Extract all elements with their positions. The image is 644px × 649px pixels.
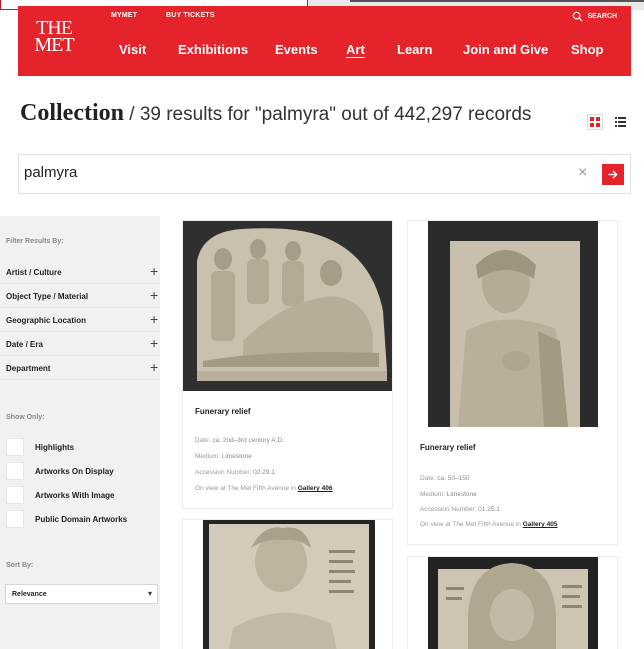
search-label: SEARCH (587, 13, 617, 20)
filter-department[interactable]: Department + (0, 356, 160, 380)
filter-label: Department (6, 364, 51, 373)
list-view-button[interactable] (612, 114, 628, 130)
caret-down-icon: ▾ (148, 589, 153, 598)
result-card[interactable] (182, 519, 393, 649)
artwork-date: Date: ca. 50–150 (420, 475, 470, 482)
filter-artist-culture[interactable]: Artist / Culture + (0, 260, 160, 284)
checkbox-with-image[interactable]: Artworks With Image (6, 486, 156, 504)
artwork-title[interactable]: Funerary relief (420, 443, 476, 452)
gallery-link[interactable]: Gallery 406 (298, 485, 333, 492)
filter-heading: Filter Results By: (6, 238, 64, 245)
plus-icon: + (150, 311, 159, 327)
checkbox[interactable] (6, 510, 24, 528)
filter-sidebar: Filter Results By: Artist / Culture + Ob… (0, 216, 160, 649)
checkbox[interactable] (6, 486, 24, 504)
arrow-right-icon (608, 170, 618, 179)
filter-date-era[interactable]: Date / Era + (0, 332, 160, 356)
view-text: On view at The Met Fifth Avenue in (420, 521, 521, 528)
show-only-heading: Show Only: (6, 414, 45, 421)
medium-value: Limestone (446, 491, 477, 498)
checkbox-label: Highlights (35, 443, 75, 452)
medium-label: Medium: (420, 491, 445, 498)
checkbox[interactable] (6, 438, 24, 456)
nav-art[interactable]: Art (346, 42, 365, 57)
checkbox-on-display[interactable]: Artworks On Display (6, 462, 156, 480)
artwork-location: On view at The Met Fifth Avenue in Galle… (195, 485, 332, 492)
nav-visit[interactable]: Visit (119, 42, 146, 57)
medium-value: Limestone (221, 453, 252, 460)
gallery-link[interactable]: Gallery 405 (523, 521, 558, 528)
filter-label: Object Type / Material (6, 292, 89, 301)
nav-join-and-give[interactable]: Join and Give (463, 42, 548, 57)
site-header: THE MET MYMET BUY TICKETS SEARCH Visit E… (18, 6, 631, 76)
date-value: ca. 50–150 (437, 475, 470, 482)
nav-exhibitions[interactable]: Exhibitions (178, 42, 248, 57)
artwork-image[interactable] (203, 520, 375, 649)
result-card[interactable] (407, 556, 618, 649)
buy-tickets-link[interactable]: BUY TICKETS (166, 12, 215, 19)
checkbox[interactable] (6, 462, 24, 480)
accession-label: Accession Number: (195, 469, 252, 476)
date-label: Date: (195, 437, 211, 444)
page-title: Collection / 39 results for "palmyra" ou… (20, 100, 531, 127)
sort-by-heading: Sort By: (6, 562, 34, 569)
result-card[interactable]: Funerary relief Date: ca. 2nd–3rd centur… (182, 220, 393, 509)
checkbox-label: Artworks With Image (35, 491, 115, 500)
plus-icon: + (150, 335, 159, 351)
artwork-title[interactable]: Funerary relief (195, 407, 251, 416)
clear-search-button[interactable]: × (578, 164, 587, 182)
artwork-medium: Medium: Limestone (195, 453, 252, 460)
result-card[interactable]: Funerary relief Date: ca. 50–150 Medium:… (407, 220, 618, 545)
filter-geographic-location[interactable]: Geographic Location + (0, 308, 160, 332)
date-label: Date: (420, 475, 436, 482)
sort-value: Relevance (12, 591, 47, 598)
plus-icon: + (150, 287, 159, 303)
view-text: On view at The Met Fifth Avenue in (195, 485, 296, 492)
relief-illustration (197, 228, 387, 381)
results-summary: / 39 results for "palmyra" out of 442,29… (123, 104, 532, 125)
sort-select[interactable]: Relevance ▾ (5, 584, 158, 604)
artwork-image[interactable] (428, 557, 598, 649)
page-title-main: Collection (20, 100, 124, 126)
checkbox-public-domain[interactable]: Public Domain Artworks (6, 510, 156, 528)
grid-view-button[interactable] (587, 114, 603, 130)
mymet-link[interactable]: MYMET (111, 12, 137, 19)
bust-illustration (209, 524, 369, 649)
accession-value: 01.25.1 (478, 506, 500, 513)
accession-value: 02.29.1 (253, 469, 275, 476)
artwork-medium: Medium: Limestone (420, 491, 477, 498)
strip-segment (350, 0, 644, 2)
accession-label: Accession Number: (420, 506, 477, 513)
bust-illustration (438, 563, 588, 649)
nav-shop[interactable]: Shop (571, 42, 604, 57)
main-nav: Visit Exhibitions Events Art Learn Join … (18, 42, 631, 62)
grid-view-icon (590, 117, 600, 127)
artwork-date: Date: ca. 2nd–3rd century A.D. (195, 437, 284, 444)
filter-label: Artist / Culture (6, 268, 62, 277)
header-search-button[interactable]: SEARCH (572, 11, 617, 22)
search-icon (573, 11, 583, 22)
filter-label: Geographic Location (6, 316, 87, 325)
search-input[interactable]: palmyra (24, 164, 77, 181)
checkbox-label: Public Domain Artworks (35, 515, 128, 524)
list-view-icon (614, 117, 626, 127)
filter-object-type[interactable]: Object Type / Material + (0, 284, 160, 308)
medium-label: Medium: (195, 453, 220, 460)
artwork-image[interactable] (183, 221, 392, 391)
bust-illustration (450, 241, 580, 427)
plus-icon: + (150, 263, 159, 279)
artwork-location: On view at The Met Fifth Avenue in Galle… (420, 521, 557, 528)
plus-icon: + (150, 359, 159, 375)
artwork-accession: Accession Number: 01.25.1 (420, 506, 500, 513)
checkbox-highlights[interactable]: Highlights (6, 438, 156, 456)
date-value: ca. 2nd–3rd century A.D. (212, 437, 284, 444)
artwork-accession: Accession Number: 02.29.1 (195, 469, 275, 476)
artwork-image[interactable] (428, 221, 598, 427)
filter-label: Date / Era (6, 340, 43, 349)
collection-search: palmyra × (18, 154, 631, 194)
nav-events[interactable]: Events (275, 42, 318, 57)
search-submit-button[interactable] (602, 164, 624, 185)
checkbox-label: Artworks On Display (35, 467, 114, 476)
nav-learn[interactable]: Learn (397, 42, 432, 57)
